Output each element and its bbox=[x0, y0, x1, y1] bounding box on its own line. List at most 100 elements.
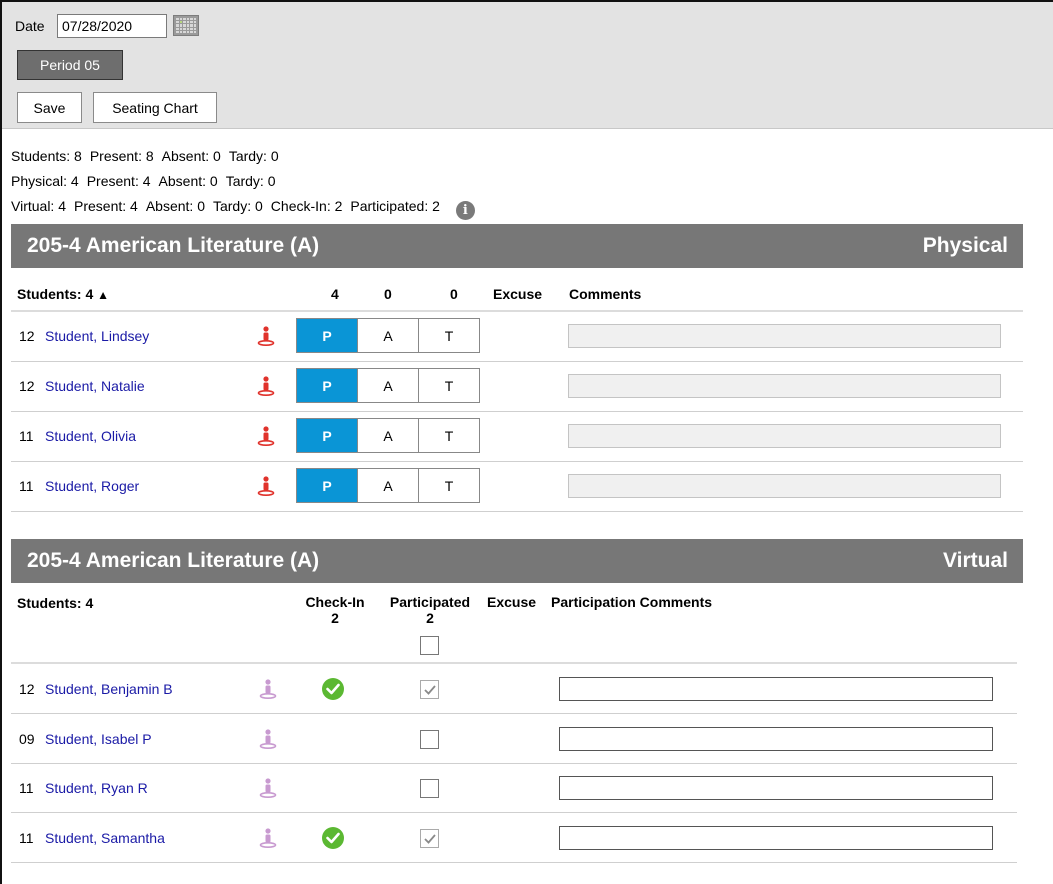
student-grade: 11 bbox=[19, 428, 34, 444]
student-name-link[interactable]: Student, Olivia bbox=[45, 428, 136, 444]
absent-button[interactable]: A bbox=[357, 419, 418, 452]
participated-header-label: Participated bbox=[389, 594, 471, 610]
row-divider bbox=[11, 361, 1023, 362]
absent-button[interactable]: A bbox=[357, 319, 418, 352]
summary-students: Students: 8 Present: 8 Absent: 0 Tardy: 0 bbox=[11, 148, 287, 164]
student-grade: 09 bbox=[19, 731, 35, 747]
physical-section-title: 205-4 American Literature (A) bbox=[27, 234, 320, 257]
virtual-header-divider bbox=[11, 662, 1017, 664]
attendance-toggle: P A T bbox=[296, 418, 480, 453]
physical-person-icon bbox=[257, 376, 275, 396]
virtual-section-banner: 205-4 American Literature (A) Virtual bbox=[11, 539, 1023, 583]
student-grade: 12 bbox=[19, 681, 35, 697]
summary-physical-present: Present: 4 bbox=[86, 173, 151, 189]
checkin-header-count: 2 bbox=[331, 610, 339, 626]
physical-comments-header: Comments bbox=[569, 286, 642, 302]
present-button[interactable]: P bbox=[297, 319, 357, 352]
physical-students-header[interactable]: Students: 4 ▲ bbox=[17, 286, 109, 302]
calendar-icon[interactable] bbox=[173, 15, 199, 36]
row-divider bbox=[11, 461, 1023, 462]
period-button[interactable]: Period 05 bbox=[17, 50, 123, 80]
participation-comment-field[interactable] bbox=[559, 677, 993, 701]
participated-checkbox[interactable] bbox=[420, 730, 439, 749]
virtual-person-icon bbox=[259, 729, 277, 749]
student-name-link[interactable]: Student, Roger bbox=[45, 478, 139, 494]
student-name-link[interactable]: Student, Natalie bbox=[45, 378, 145, 394]
virtual-students-header: Students: 4 bbox=[17, 595, 94, 611]
attendance-toggle: P A T bbox=[296, 368, 480, 403]
row-divider bbox=[11, 812, 1017, 813]
summary-virtual-tardy: Tardy: 0 bbox=[212, 198, 263, 214]
checkin-header-label: Check-In bbox=[305, 594, 365, 610]
virtual-section-mode: Virtual bbox=[943, 549, 1008, 572]
attendance-toggle: P A T bbox=[296, 468, 480, 503]
comment-field[interactable] bbox=[568, 374, 1001, 398]
virtual-section-title: 205-4 American Literature (A) bbox=[27, 549, 320, 572]
physical-section-banner: 205-4 American Literature (A) Physical bbox=[11, 224, 1023, 268]
seating-chart-button[interactable]: Seating Chart bbox=[93, 92, 217, 123]
participation-comment-field[interactable] bbox=[559, 727, 993, 751]
virtual-person-icon bbox=[259, 828, 277, 848]
tardy-button[interactable]: T bbox=[418, 419, 479, 452]
summary-physical-absent: Absent: 0 bbox=[158, 173, 218, 189]
date-input[interactable] bbox=[57, 14, 167, 38]
participated-header-count: 2 bbox=[426, 610, 434, 626]
physical-excuse-header: Excuse bbox=[493, 286, 543, 302]
comment-field[interactable] bbox=[568, 324, 1001, 348]
row-divider bbox=[11, 511, 1023, 512]
summary-virtual-total: Virtual: 4 bbox=[11, 198, 66, 214]
summary-students-present: Present: 8 bbox=[89, 148, 154, 164]
participation-comment-field[interactable] bbox=[559, 776, 993, 800]
tardy-button[interactable]: T bbox=[418, 369, 479, 402]
student-name-link[interactable]: Student, Ryan R bbox=[45, 780, 148, 796]
virtual-excuse-header: Excuse bbox=[487, 594, 537, 610]
summary-physical-total: Physical: 4 bbox=[11, 173, 79, 189]
absent-button[interactable]: A bbox=[357, 369, 418, 402]
attendance-toolbar: Date Period 05 Save Seating Chart bbox=[2, 2, 1053, 129]
save-button[interactable]: Save bbox=[17, 92, 82, 123]
participation-comments-header: Participation Comments bbox=[551, 594, 713, 610]
tardy-button[interactable]: T bbox=[418, 469, 479, 502]
info-icon[interactable]: i bbox=[455, 201, 475, 220]
check-in-icon bbox=[322, 827, 344, 849]
row-divider bbox=[11, 862, 1017, 863]
absent-button[interactable]: A bbox=[357, 469, 418, 502]
physical-header-divider bbox=[11, 310, 1023, 312]
tardy-button[interactable]: T bbox=[418, 319, 479, 352]
participated-checkbox[interactable] bbox=[420, 829, 439, 848]
summary-virtual-absent: Absent: 0 bbox=[145, 198, 205, 214]
summary-virtual-checkin: Check-In: 2 bbox=[270, 198, 343, 214]
physical-person-icon bbox=[257, 426, 275, 446]
absent-count-header: 0 bbox=[384, 286, 392, 302]
sort-up-icon[interactable]: ▲ bbox=[97, 288, 109, 302]
row-divider bbox=[11, 713, 1017, 714]
participated-select-all-checkbox[interactable] bbox=[420, 636, 439, 655]
present-button[interactable]: P bbox=[297, 369, 357, 402]
student-name-link[interactable]: Student, Isabel P bbox=[45, 731, 152, 747]
student-grade: 12 bbox=[19, 378, 35, 394]
participation-comment-field[interactable] bbox=[559, 826, 993, 850]
date-label: Date bbox=[15, 18, 45, 34]
checkin-header: Check-In 2 bbox=[300, 594, 370, 626]
virtual-person-icon bbox=[259, 679, 277, 699]
present-button[interactable]: P bbox=[297, 469, 357, 502]
summary-virtual-participated: Participated: 2 bbox=[350, 198, 440, 214]
student-name-link[interactable]: Student, Lindsey bbox=[45, 328, 149, 344]
summary-physical: Physical: 4 Present: 4 Absent: 0 Tardy: 0 bbox=[11, 173, 284, 189]
student-grade: 11 bbox=[19, 830, 34, 846]
physical-person-icon bbox=[257, 476, 275, 496]
present-button[interactable]: P bbox=[297, 419, 357, 452]
student-name-link[interactable]: Student, Benjamin B bbox=[45, 681, 173, 697]
student-name-link[interactable]: Student, Samantha bbox=[45, 830, 165, 846]
present-count-header: 4 bbox=[331, 286, 339, 302]
physical-students-header-label: Students: 4 bbox=[17, 286, 94, 302]
summary-virtual-present: Present: 4 bbox=[74, 198, 138, 214]
comment-field[interactable] bbox=[568, 424, 1001, 448]
summary-students-absent: Absent: 0 bbox=[161, 148, 221, 164]
participated-checkbox[interactable] bbox=[420, 680, 439, 699]
attendance-toggle: P A T bbox=[296, 318, 480, 353]
participated-checkbox[interactable] bbox=[420, 779, 439, 798]
virtual-person-icon bbox=[259, 778, 277, 798]
check-in-icon bbox=[322, 678, 344, 700]
comment-field[interactable] bbox=[568, 474, 1001, 498]
